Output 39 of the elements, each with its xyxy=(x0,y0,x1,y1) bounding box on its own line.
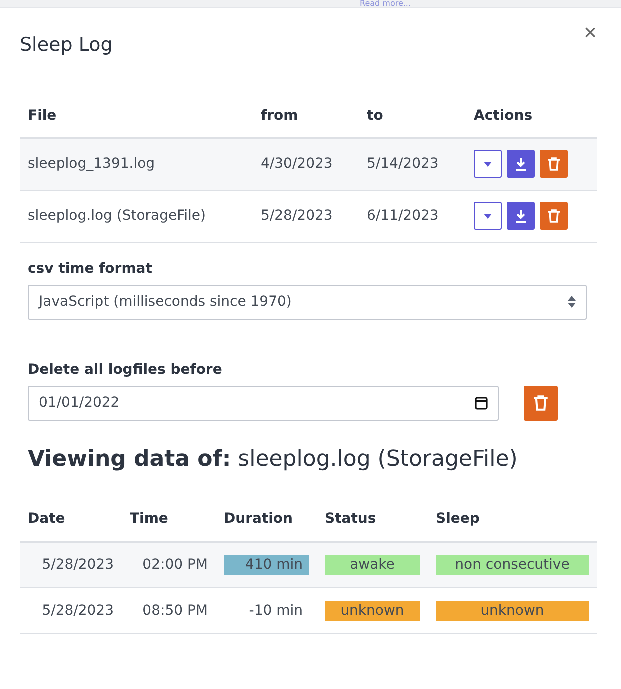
duration-label: -10 min xyxy=(248,602,304,620)
status-tag: unknown xyxy=(325,600,420,620)
duration-highlight: 410 min xyxy=(224,554,309,575)
trash-icon xyxy=(547,157,561,172)
download-button[interactable] xyxy=(507,202,535,230)
download-button[interactable] xyxy=(507,150,535,178)
status-tag: awake xyxy=(325,554,420,575)
trash-icon xyxy=(547,209,561,223)
delete-button[interactable] xyxy=(540,202,568,230)
table-cell: 5/28/2023 xyxy=(20,588,122,634)
caret-icon xyxy=(484,162,492,167)
download-icon xyxy=(514,157,528,172)
trash-icon xyxy=(533,395,549,411)
viewing-heading: Viewing data of: sleeplog.log (StorageFile) xyxy=(28,446,519,472)
table-cell: 6/11/2023 xyxy=(359,190,466,242)
sort-arrows-icon xyxy=(568,296,576,308)
field-label: Delete all logfiles before xyxy=(28,362,224,378)
table-cell: 5/28/2023 xyxy=(20,542,122,588)
table-cell: 02:00 PM xyxy=(122,542,216,588)
download-icon xyxy=(514,209,528,223)
calendar-icon xyxy=(475,396,488,410)
date-input[interactable]: 01/01/2022 xyxy=(28,386,499,420)
table-cell: sleeplog.log (StorageFile) xyxy=(20,190,253,242)
delete-button[interactable] xyxy=(540,150,568,178)
sleep-tag: unknown xyxy=(436,600,589,620)
dialog-title: Sleep Log xyxy=(20,34,114,56)
table-cell: 5/14/2023 xyxy=(359,138,466,190)
caret-icon xyxy=(484,214,492,218)
field-label: csv time format xyxy=(28,260,154,276)
close-button[interactable]: × xyxy=(584,22,597,44)
time-format-select[interactable]: JavaScript (milliseconds since 1970) xyxy=(28,284,587,320)
table-cell: sleeplog_1391.log xyxy=(20,138,253,190)
expand-button[interactable] xyxy=(474,150,502,178)
table-cell: 4/30/2023 xyxy=(253,138,359,190)
table-cell: 08:50 PM xyxy=(122,588,216,634)
sleep-tag: non consecutive xyxy=(436,554,589,575)
expand-button[interactable] xyxy=(474,202,502,230)
delete-all-button[interactable] xyxy=(524,386,558,420)
table-cell: 5/28/2023 xyxy=(253,190,359,242)
